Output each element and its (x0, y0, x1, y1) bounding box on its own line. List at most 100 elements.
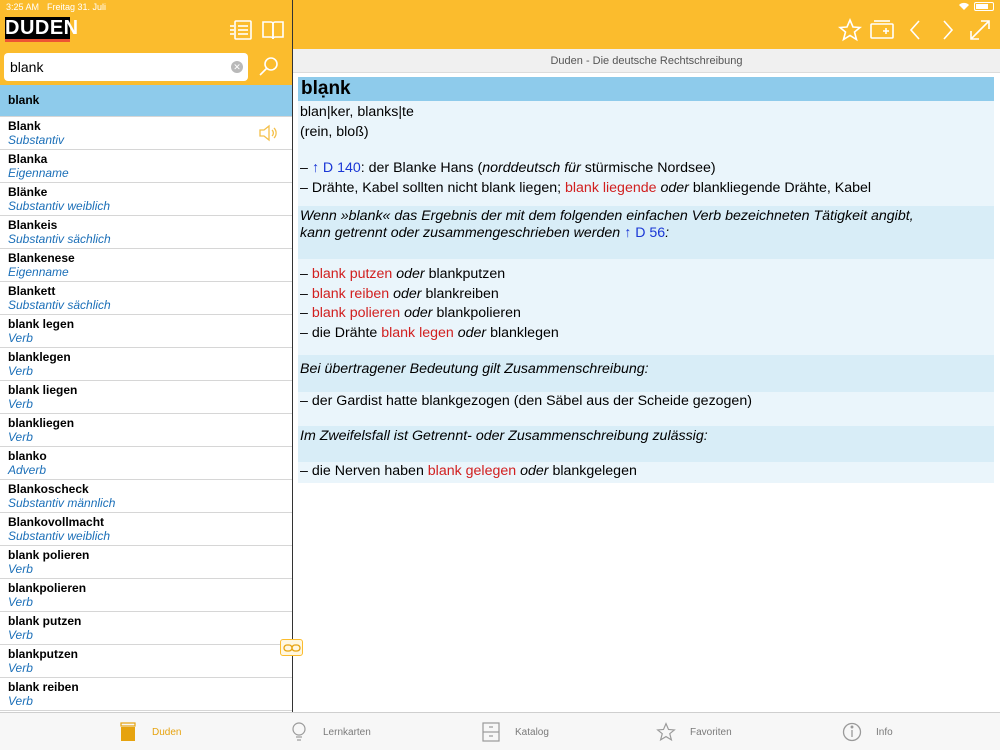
tab-favoriten[interactable]: Favoriten (656, 722, 732, 742)
history-list-button[interactable] (228, 17, 254, 43)
result-item[interactable]: Blankeis Substantiv sächlich (0, 216, 292, 249)
add-flashcard-button[interactable] (869, 17, 895, 43)
result-word: Blankovollmacht (8, 515, 105, 529)
result-item[interactable]: Blankoscheck Substantiv männlich (0, 480, 292, 513)
tab-katalog[interactable]: Katalog (481, 722, 549, 742)
chevron-left-icon (909, 20, 920, 40)
tab-lernkarten[interactable]: Lernkarten (289, 722, 371, 742)
add-card-icon (870, 20, 894, 39)
result-item[interactable]: blanko Adverb (0, 447, 292, 480)
result-item[interactable]: Blänke Substantiv weiblich (0, 183, 292, 216)
result-type: Substantiv weiblich (8, 199, 111, 213)
result-type: Substantiv männlich (8, 496, 116, 510)
close-icon: ✕ (233, 62, 241, 72)
result-type: Verb (8, 694, 33, 708)
result-item[interactable]: blankputzen Verb (0, 645, 292, 678)
result-item[interactable]: blank reiben Verb (0, 678, 292, 711)
result-type: Eigenname (8, 166, 69, 180)
status-icons (958, 2, 994, 11)
result-word: blank legen (8, 317, 75, 331)
info-icon (842, 722, 862, 742)
link-icon (282, 643, 301, 652)
result-item[interactable]: blankliegen Verb (0, 414, 292, 447)
result-word: Blanka (8, 152, 48, 166)
result-item[interactable]: Blank Substantiv (0, 117, 292, 150)
result-word: Blankett (8, 284, 56, 298)
result-word: Blankenese (8, 251, 75, 265)
result-item[interactable]: Blanka Eigenname (0, 150, 292, 183)
verb-example-2: – blank reiben oder blankreiben (300, 285, 499, 302)
tab-bar: Duden Lernkarten Katalog Favoriten Info (0, 712, 1000, 750)
result-type: Verb (8, 331, 33, 345)
result-item[interactable]: blanklegen Verb (0, 348, 292, 381)
lightbulb-icon (289, 722, 309, 742)
result-item[interactable]: blank putzen Verb (0, 612, 292, 645)
result-item[interactable]: blank liegen Verb (0, 381, 292, 414)
content-title: Duden - Die deutsche Rechtschreibung (293, 49, 1000, 73)
star-icon (656, 722, 676, 742)
article-forms-box: blan|ker, blanks|te (rein, bloß) – ↑ D 1… (298, 101, 994, 206)
result-type: Verb (8, 397, 33, 411)
result-type: Substantiv sächlich (8, 232, 111, 246)
duden-tab-icon (118, 722, 138, 742)
result-item[interactable]: Blankett Substantiv sächlich (0, 282, 292, 315)
book-icon (262, 21, 284, 40)
headword: blạnk (298, 77, 994, 101)
list-icon (230, 20, 252, 40)
forward-button[interactable] (935, 17, 961, 43)
result-type: Verb (8, 562, 33, 576)
result-word: blank polieren (8, 548, 90, 562)
battery-icon (974, 2, 994, 11)
dictionary-article: blạnk blan|ker, blanks|te (rein, bloß) –… (298, 77, 994, 483)
result-word: blanklegen (8, 350, 71, 364)
split-handle[interactable] (280, 639, 303, 656)
word-forms: blan|ker, blanks|te (300, 104, 414, 120)
result-type: Verb (8, 628, 33, 642)
result-word: blankliegen (8, 416, 75, 430)
result-word: blank reiben (8, 680, 79, 694)
favorite-button[interactable] (837, 17, 863, 43)
result-item[interactable]: blankpolieren Verb (0, 579, 292, 612)
example-1: – ↑ D 140: der Blanke Hans (norddeutsch … (300, 160, 716, 176)
duden-logo: DUDEN (5, 17, 78, 42)
result-type: Substantiv (8, 133, 65, 147)
result-item[interactable]: blank legen Verb (0, 315, 292, 348)
result-item[interactable]: Blankenese Eigenname (0, 249, 292, 282)
rule-link-d56[interactable]: ↑ D 56 (624, 225, 665, 241)
example-4: – die Nerven haben blank gelegen oder bl… (298, 461, 994, 483)
result-type: Adverb (8, 463, 47, 477)
back-button[interactable] (902, 17, 928, 43)
result-type: Verb (8, 595, 33, 609)
speaker-icon[interactable] (258, 123, 278, 143)
search-button[interactable] (256, 55, 282, 79)
result-type: Eigenname (8, 265, 69, 279)
verb-example-4: – die Drähte blank legen oder blanklegen (300, 324, 559, 341)
result-item[interactable]: blank polieren Verb (0, 546, 292, 579)
book-button[interactable] (260, 17, 286, 43)
expand-icon (970, 20, 990, 40)
variant-link[interactable]: blank liegende (565, 180, 657, 196)
note-2: Bei übertragener Bedeutung gilt Zusammen… (298, 355, 994, 392)
result-word: Blank (8, 119, 41, 133)
example-3: – der Gardist hatte blankgezogen (den Sä… (298, 392, 994, 426)
result-word: blank liegen (8, 383, 78, 397)
fullscreen-button[interactable] (967, 17, 993, 43)
pane-divider (292, 0, 293, 712)
result-item[interactable]: Blankovollmacht Substantiv weiblich (0, 513, 292, 546)
tab-info[interactable]: Info (842, 722, 893, 742)
result-type: Verb (8, 661, 33, 675)
rule-link-d140[interactable]: ↑ D 140 (312, 160, 361, 176)
search-icon (259, 57, 278, 76)
result-items: Blank Substantiv Blanka Eigenname Blänke Subs… (0, 117, 292, 711)
result-word: Blänke (8, 185, 48, 199)
verb-example-3: – blank polieren oder blankpolieren (300, 305, 521, 321)
tab-duden[interactable]: Duden (118, 722, 181, 742)
search-input[interactable] (4, 53, 248, 81)
result-type: Substantiv weiblich (8, 529, 111, 543)
result-selected[interactable]: blank (0, 85, 292, 117)
result-word: blank putzen (8, 614, 82, 628)
chevron-right-icon (943, 20, 954, 40)
clear-search-button[interactable]: ✕ (231, 61, 243, 73)
verb-example-1: – blank putzen oder blankputzen (300, 266, 506, 282)
app-window: 3:25 AM Freitag 31. Juli DUDEN blank ✕ b… (0, 0, 1000, 750)
